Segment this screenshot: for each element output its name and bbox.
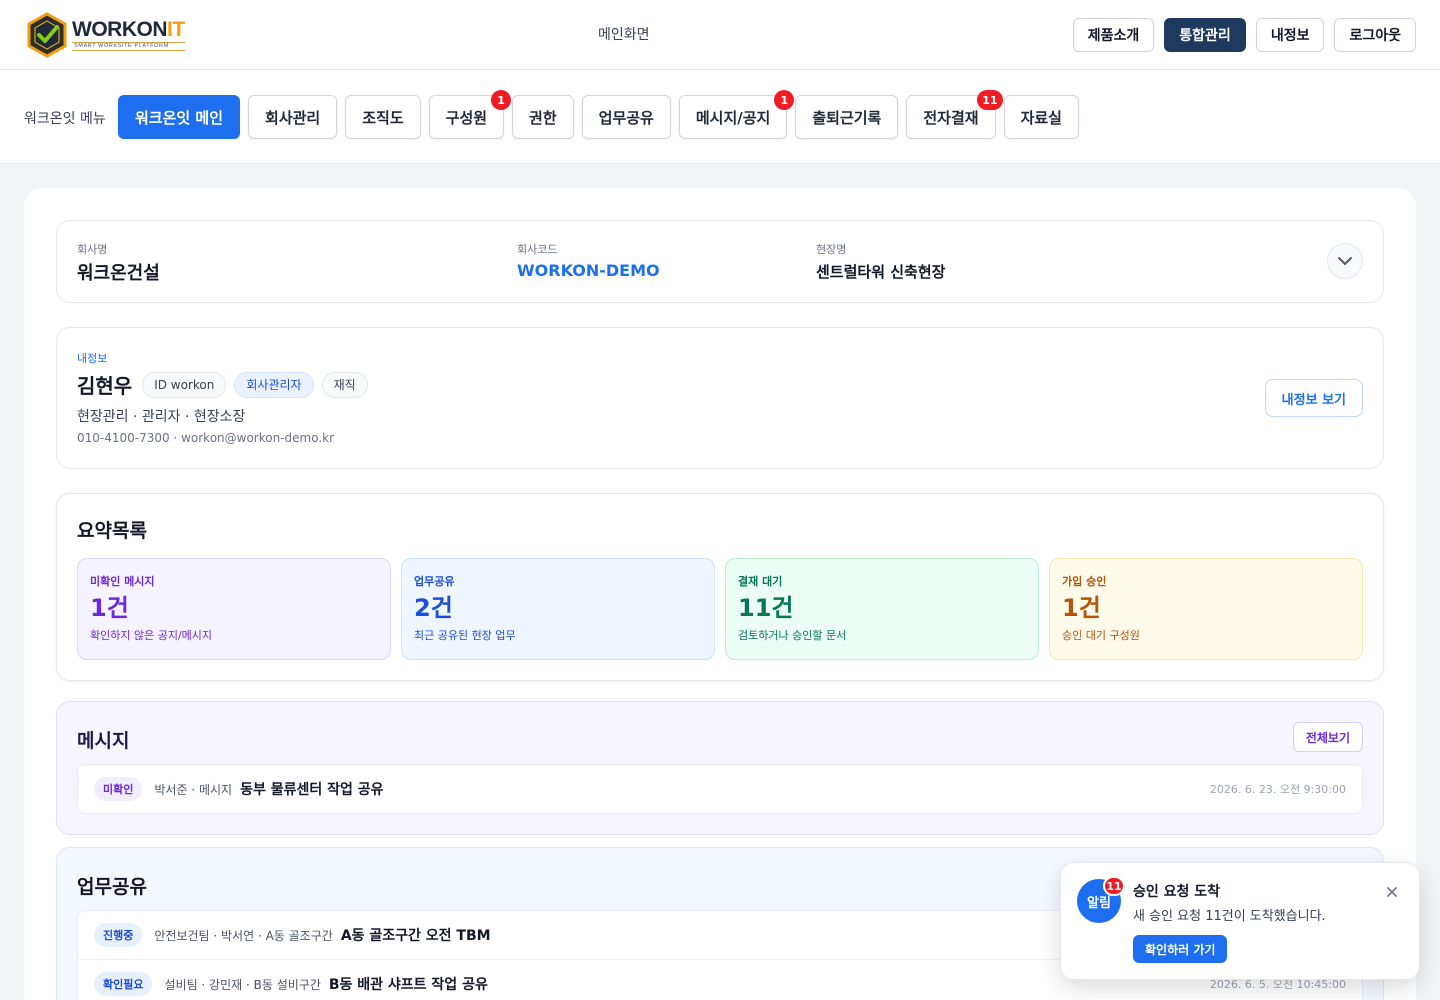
message-time: 2026. 6. 23. 오전 9:30:00 <box>1209 783 1346 796</box>
profile-card: 내정보 김현우 ID workon 회사관리자 재직 현장관리 · 관리자 · … <box>56 327 1384 469</box>
logout-button[interactable]: 로그아웃 <box>1334 18 1416 52</box>
menu-item-archive[interactable]: 자료실 <box>1003 95 1079 139</box>
stat-value: 1건 <box>90 594 129 622</box>
stat-pending-approval[interactable]: 결재 대기 11건 검토하거나 승인할 문서 <box>725 558 1039 660</box>
stat-value: 2건 <box>414 594 453 622</box>
notification-count-badge: 11 <box>1103 876 1125 896</box>
summary-stats: 미확인 메시지 1건 확인하지 않은 공지/메시지 업무공유 2건 최근 공유된… <box>77 558 1363 660</box>
company-info-card: 회사명 워크온건설 회사코드 WORKON-DEMO 현장명 센트럴타워 신축현… <box>56 220 1384 303</box>
menu-label: 워크온잇 메뉴 <box>24 111 106 127</box>
hexagon-check-logo-icon <box>27 12 67 58</box>
close-icon[interactable] <box>1385 885 1399 899</box>
work-meta: 설비팀 · 강민재 · B동 설비구간 <box>164 977 321 992</box>
go-check-button[interactable]: 확인하러 가기 <box>1133 935 1228 963</box>
messages-card: 메시지 전체보기 미확인 박서준 · 메시지 동부 물류센터 작업 공유 202… <box>56 701 1384 835</box>
menu-item-org-chart[interactable]: 조직도 <box>345 95 421 139</box>
unread-tag: 미확인 <box>94 777 143 801</box>
profile-contact: 010-4100-7300 · workon@workon-demo.kr <box>77 431 335 445</box>
stat-label: 결재 대기 <box>738 575 783 588</box>
menu-item-attendance[interactable]: 출퇴근기록 <box>795 95 899 139</box>
menu-items: 워크온잇 메인 회사관리 조직도 구성원 1 권한 업무공유 메시지/공지 1 출퇴… <box>118 90 1079 139</box>
status-chip: 재직 <box>321 371 368 398</box>
stat-value: 11건 <box>738 594 794 622</box>
stat-desc: 승인 대기 구성원 <box>1062 629 1140 642</box>
role-chip: 회사관리자 <box>234 371 314 398</box>
menu-item-company[interactable]: 회사관리 <box>248 95 338 139</box>
company-name-label: 회사명 <box>77 243 108 256</box>
company-code-field: 회사코드 WORKON-DEMO <box>517 241 660 280</box>
in-progress-tag: 진행중 <box>94 923 143 947</box>
profile-role: 현장관리 · 관리자 · 현장소장 <box>77 409 246 425</box>
view-my-info-button[interactable]: 내정보 보기 <box>1264 379 1363 417</box>
company-name: 워크온건설 <box>77 263 160 284</box>
stat-desc: 검토하거나 승인할 문서 <box>738 629 847 642</box>
stat-label: 가입 승인 <box>1062 575 1107 588</box>
user-id-chip: ID workon <box>142 371 227 398</box>
message-meta: 박서준 · 메시지 <box>154 782 233 797</box>
menu-item-messages[interactable]: 메시지/공지 1 <box>678 90 795 139</box>
menu-item-permissions[interactable]: 권한 <box>512 95 574 139</box>
summary-title: 요약목록 <box>77 520 147 542</box>
my-info-button[interactable]: 내정보 <box>1255 18 1325 52</box>
profile-name: 김현우 <box>77 374 133 398</box>
expand-button[interactable] <box>1327 243 1363 279</box>
brand-text: WORKONIT SMART WORKSITE PLATFORM <box>72 19 185 51</box>
home-link[interactable]: 메인화면 <box>598 24 650 44</box>
brand-logo[interactable]: WORKONIT SMART WORKSITE PLATFORM <box>26 12 185 58</box>
summary-card: 요약목록 미확인 메시지 1건 확인하지 않은 공지/메시지 업무공유 2건 최… <box>56 493 1384 681</box>
messages-count-badge: 1 <box>774 90 795 110</box>
stat-unread-messages[interactable]: 미확인 메시지 1건 확인하지 않은 공지/메시지 <box>77 558 391 660</box>
stat-desc: 확인하지 않은 공지/메시지 <box>90 629 213 642</box>
menu-item-work-share[interactable]: 업무공유 <box>581 95 671 139</box>
work-share-title: 업무공유 <box>77 876 147 898</box>
product-intro-button[interactable]: 제품소개 <box>1072 18 1155 52</box>
stat-work-share[interactable]: 업무공유 2건 최근 공유된 현장 업무 <box>401 558 715 660</box>
menu-bar: 워크온잇 메뉴 워크온잇 메인 회사관리 조직도 구성원 1 권한 업무공유 메시… <box>0 70 1440 164</box>
message-title: 동부 물류센터 작업 공유 <box>240 782 384 798</box>
profile-kicker: 내정보 <box>77 352 108 365</box>
company-code: WORKON-DEMO <box>517 261 660 280</box>
company-name-field: 회사명 워크온건설 <box>77 241 160 285</box>
integrated-admin-button[interactable]: 통합관리 <box>1164 18 1246 52</box>
members-count-badge: 1 <box>491 90 512 110</box>
stat-label: 업무공유 <box>414 575 455 588</box>
approval-toast: 알림 11 승인 요청 도착 새 승인 요청 11건이 도착했습니다. 확인하러… <box>1060 862 1420 980</box>
brand-name: WORKONIT <box>72 18 185 41</box>
site-name-label: 현장명 <box>816 243 847 256</box>
menu-item-approval[interactable]: 전자결재 11 <box>906 90 1003 139</box>
stat-join-approval[interactable]: 가입 승인 1건 승인 대기 구성원 <box>1049 558 1363 660</box>
needs-check-tag: 확인필요 <box>94 972 153 996</box>
site-name: 센트럴타워 신축현장 <box>816 263 946 281</box>
brand-tagline: SMART WORKSITE PLATFORM <box>72 42 185 51</box>
header-buttons: 제품소개 통합관리 내정보 로그아웃 <box>1072 18 1416 52</box>
stat-label: 미확인 메시지 <box>90 575 155 588</box>
menu-item-members[interactable]: 구성원 1 <box>428 90 512 139</box>
company-code-label: 회사코드 <box>517 243 558 256</box>
view-all-messages-button[interactable]: 전체보기 <box>1292 722 1363 752</box>
work-title: A동 골조구간 오전 TBM <box>340 928 491 944</box>
approval-count-badge: 11 <box>977 90 1003 110</box>
stat-desc: 최근 공유된 현장 업무 <box>414 629 516 642</box>
work-title: B동 배관 샤프트 작업 공유 <box>328 977 488 993</box>
messages-title: 메시지 <box>77 730 130 752</box>
profile-name-row: 김현우 ID workon 회사관리자 재직 <box>77 370 368 399</box>
message-row[interactable]: 미확인 박서준 · 메시지 동부 물류센터 작업 공유 2026. 6. 23.… <box>77 764 1363 814</box>
top-bar: WORKONIT SMART WORKSITE PLATFORM 메인화면 제품… <box>0 0 1440 70</box>
toast-title: 승인 요청 도착 <box>1133 884 1221 900</box>
chevron-down-icon <box>1338 257 1352 266</box>
stat-value: 1건 <box>1062 594 1101 622</box>
menu-item-main[interactable]: 워크온잇 메인 <box>118 95 241 139</box>
toast-message: 새 승인 요청 11건이 도착했습니다. <box>1133 909 1326 924</box>
site-name-field: 현장명 센트럴타워 신축현장 <box>816 241 945 282</box>
work-meta: 안전보건팀 · 박서연 · A동 골조구간 <box>154 928 333 943</box>
